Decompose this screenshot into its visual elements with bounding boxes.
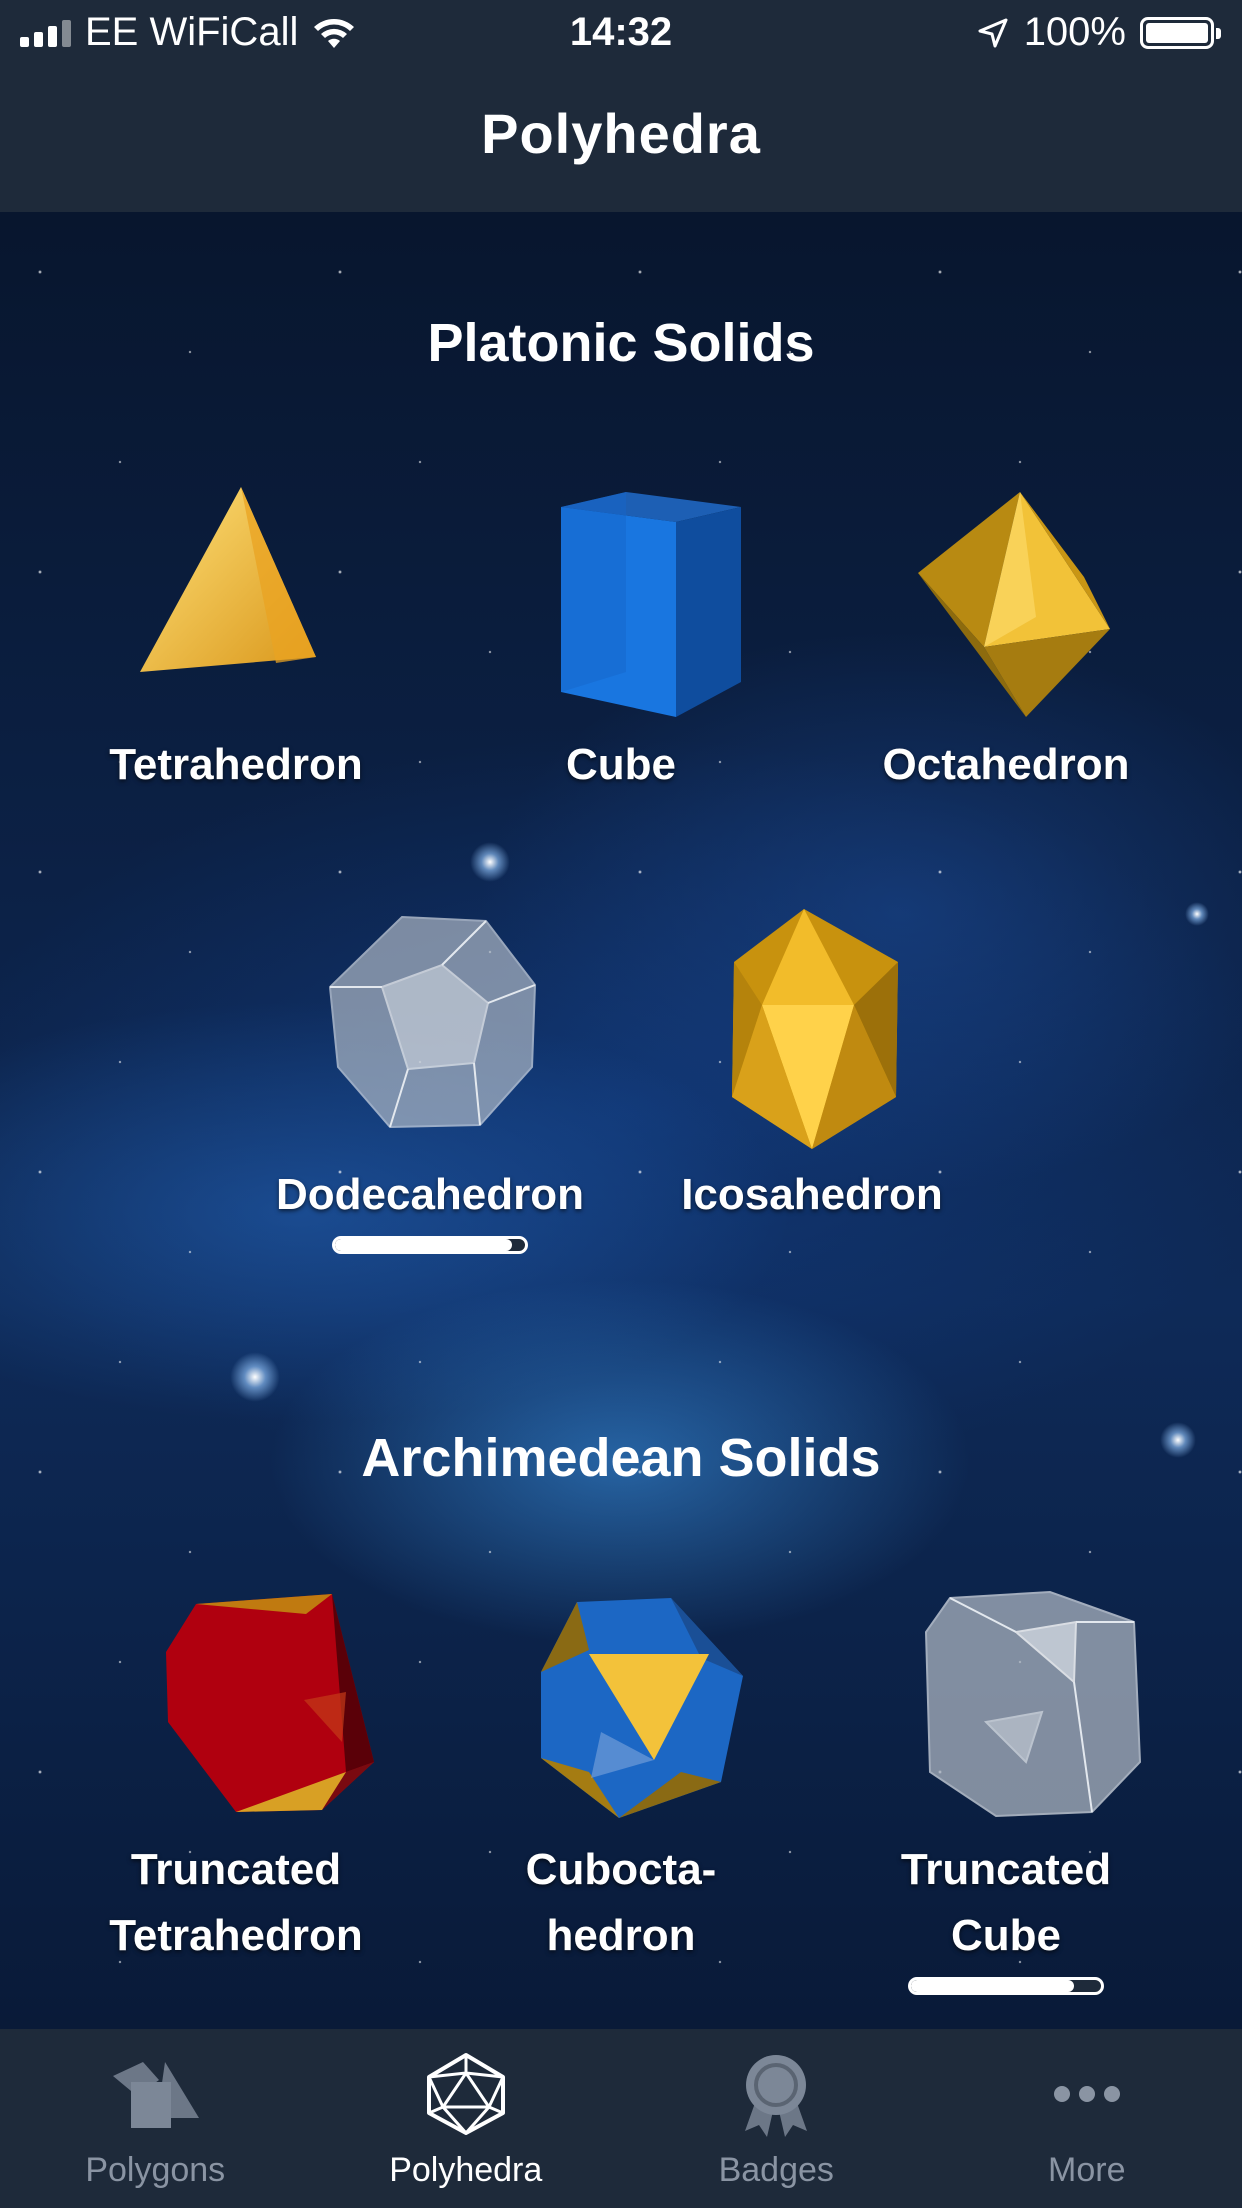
tab-badges[interactable]: Badges — [621, 2029, 932, 2208]
progress-bar — [332, 1236, 528, 1254]
tab-label: More — [1048, 2151, 1126, 2189]
polyhedra-list[interactable]: Platonic Solids Tetrahedron Cube Octahed — [0, 212, 1242, 2029]
item-label: Cube — [566, 740, 676, 789]
polyhedron-octahedron[interactable]: Octahedron — [816, 467, 1196, 798]
item-label: Icosahedron — [681, 1170, 943, 1219]
battery-percentage: 100% — [1023, 10, 1126, 54]
polyhedron-truncated-cube[interactable]: Truncated Cube — [816, 1572, 1196, 1995]
section-title-archimedean: Archimedean Solids — [361, 1428, 881, 1488]
tab-polyhedra[interactable]: Polyhedra — [311, 2029, 622, 2208]
item-label: Truncated Tetrahedron — [109, 1845, 363, 1960]
badge-icon — [728, 2051, 824, 2137]
progress-bar — [908, 1977, 1104, 1995]
item-label: Tetrahedron — [109, 740, 363, 789]
dodecahedron-icon — [328, 915, 537, 1129]
background-star — [1185, 902, 1209, 926]
tab-label: Badges — [718, 2151, 834, 2189]
item-label: Cubocta-hedron — [525, 1845, 717, 1960]
background-star — [470, 842, 510, 882]
progress-fill — [335, 1239, 512, 1251]
section-title-platonic: Platonic Solids — [427, 313, 815, 373]
polyhedron-cuboctahedron[interactable]: Cubocta-hedron — [431, 1572, 811, 1969]
tab-label: Polyhedra — [389, 2151, 543, 2189]
item-label: Truncated Cube — [900, 1845, 1112, 1960]
tab-bar: Polygons Polyhedra Badges More — [0, 2029, 1242, 2208]
tab-polygons[interactable]: Polygons — [0, 2029, 311, 2208]
cuboctahedron-icon — [541, 1598, 743, 1818]
truncated-tetrahedron-icon — [166, 1594, 374, 1812]
cube-icon — [561, 492, 741, 717]
polyhedron-icon — [418, 2051, 514, 2137]
polyhedron-truncated-tetrahedron[interactable]: Truncated Tetrahedron — [46, 1572, 426, 1969]
polyhedron-cube[interactable]: Cube — [431, 467, 811, 798]
battery-icon — [1140, 16, 1221, 49]
background-star — [230, 1352, 280, 1402]
item-label: Octahedron — [882, 740, 1130, 789]
item-label: Dodecahedron — [275, 1170, 585, 1219]
polygons-icon — [107, 2051, 203, 2137]
tetrahedron-icon — [140, 487, 316, 672]
progress-fill — [911, 1980, 1075, 1992]
truncated-cube-icon — [924, 1590, 1142, 1818]
page-title: Polyhedra — [481, 101, 761, 165]
icosahedron-icon — [732, 909, 898, 1149]
tab-more[interactable]: More — [932, 2029, 1242, 2208]
status-bar: EE WiFiCall 14:32 100% — [0, 0, 1242, 68]
polyhedron-tetrahedron[interactable]: Tetrahedron — [46, 467, 426, 798]
navigation-bar: Polyhedra — [0, 68, 1242, 212]
polyhedron-icosahedron[interactable]: Icosahedron — [622, 897, 1002, 1228]
octahedron-icon — [918, 492, 1110, 717]
more-dots-icon — [1039, 2051, 1135, 2137]
polyhedron-dodecahedron[interactable]: Dodecahedron — [240, 897, 620, 1254]
tab-label: Polygons — [85, 2151, 226, 2189]
location-arrow-icon — [978, 18, 1008, 47]
status-right: 100% — [976, 10, 1221, 55]
